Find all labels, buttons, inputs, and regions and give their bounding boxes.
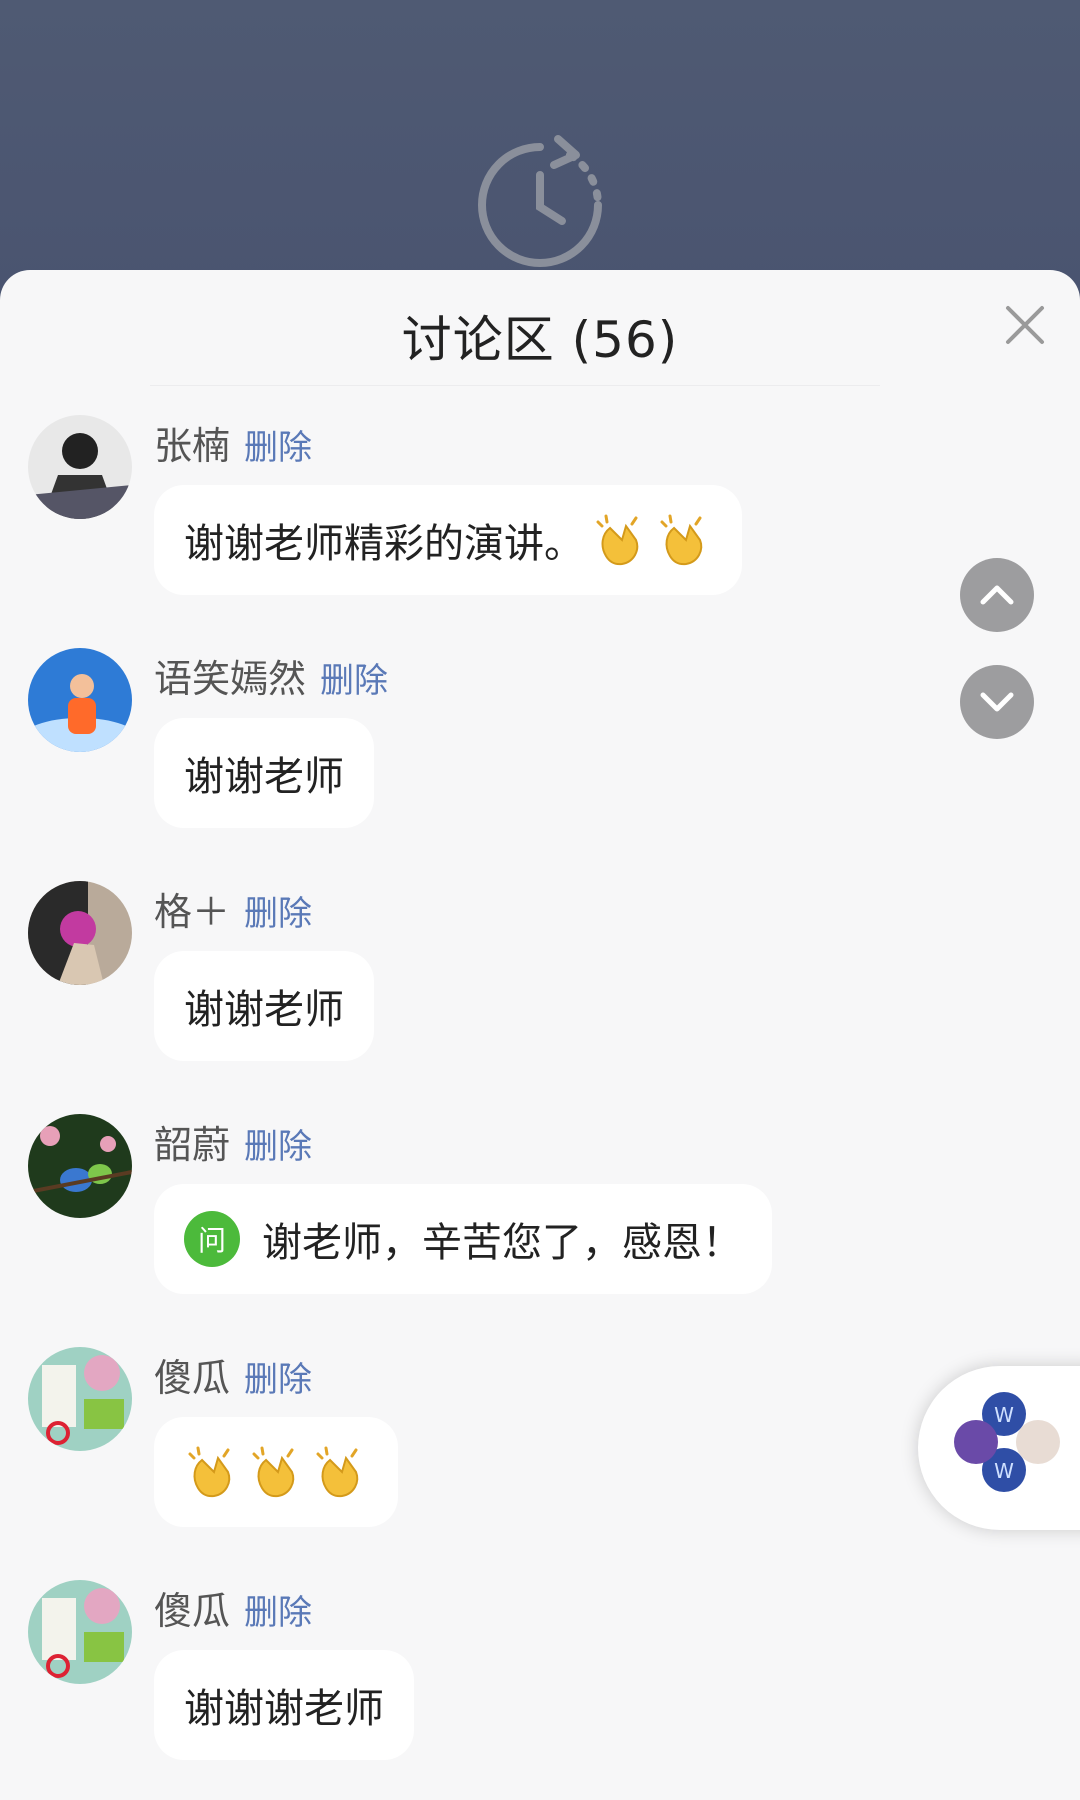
author-label: 语笑嫣然 (154, 657, 307, 701)
clap-emoji-icon (188, 1446, 231, 1498)
message-bubble: 谢谢谢老师 (154, 1650, 414, 1760)
message-bubble: 问 谢老师，辛苦您了，感恩！ (154, 1184, 772, 1294)
list-item: 张楠 删除 谢谢老师精彩的演讲。 (0, 415, 1080, 635)
svg-text:W: W (994, 1403, 1014, 1427)
list-item: 傻瓜 删除 谢谢谢老师 (0, 1580, 1080, 1800)
author-label: 傻瓜 (154, 1589, 231, 1633)
chevron-up-icon (980, 585, 1014, 605)
author-name: 语笑嫣然 删除 (154, 648, 388, 703)
panel-title: 讨论区 (56) (401, 311, 679, 369)
author-label: 傻瓜 (154, 1356, 231, 1400)
title-divider (150, 385, 880, 386)
scroll-down-button[interactable] (960, 665, 1034, 739)
delete-button[interactable]: 删除 (244, 428, 312, 468)
svg-text:W: W (994, 1459, 1014, 1483)
clap-emoji-icon (252, 1446, 295, 1498)
author-name: 傻瓜 删除 (154, 1580, 312, 1635)
delete-button[interactable]: 删除 (320, 661, 388, 701)
delete-button[interactable]: 删除 (244, 894, 312, 934)
message-bubble: 谢谢老师 (154, 718, 374, 828)
author-label: 格＋ (154, 890, 231, 934)
question-badge: 问 (184, 1211, 240, 1267)
avatar[interactable] (28, 1580, 132, 1684)
author-label: 韶蔚 (154, 1123, 231, 1167)
delete-button[interactable]: 删除 (244, 1360, 312, 1400)
close-icon[interactable] (1000, 300, 1050, 350)
list-item: 语笑嫣然 删除 谢谢老师 (0, 648, 1080, 868)
avatar[interactable] (28, 1114, 132, 1218)
author-label: 张楠 (154, 424, 231, 468)
message-bubble: 谢谢老师 (154, 951, 374, 1061)
author-name: 韶蔚 删除 (154, 1114, 312, 1169)
delete-button[interactable]: 删除 (244, 1127, 312, 1167)
chevron-down-icon (980, 692, 1014, 712)
message-text: 谢谢老师精彩的演讲。 (184, 521, 584, 567)
author-name: 格＋ 删除 (154, 881, 312, 936)
message-text: 谢老师，辛苦您了，感恩！ (262, 1220, 742, 1266)
avatar[interactable] (28, 881, 132, 985)
scroll-up-button[interactable] (960, 558, 1034, 632)
floating-app-icon: W W (954, 1392, 1060, 1492)
avatar[interactable] (28, 1347, 132, 1451)
avatar[interactable] (28, 648, 132, 752)
delete-button[interactable]: 删除 (244, 1593, 312, 1633)
message-bubble: 谢谢老师精彩的演讲。 (154, 485, 742, 595)
author-name: 傻瓜 删除 (154, 1347, 312, 1402)
clap-emoji-icon (316, 1446, 359, 1498)
avatar[interactable] (28, 415, 132, 519)
clap-emoji-icon (596, 514, 639, 566)
list-item: 格＋ 删除 谢谢老师 (0, 881, 1080, 1101)
message-bubble (154, 1417, 398, 1527)
history-clock-icon (478, 135, 603, 267)
clap-emoji-icon (660, 514, 703, 566)
message-text: 谢谢谢老师 (184, 1686, 384, 1732)
message-text: 谢谢老师 (184, 754, 344, 800)
message-text: 谢谢老师 (184, 987, 344, 1033)
author-name: 张楠 删除 (154, 415, 312, 470)
floating-app-widget[interactable]: W W (918, 1366, 1080, 1530)
list-item: 韶蔚 删除 问 谢老师，辛苦您了，感恩！ (0, 1114, 1080, 1334)
